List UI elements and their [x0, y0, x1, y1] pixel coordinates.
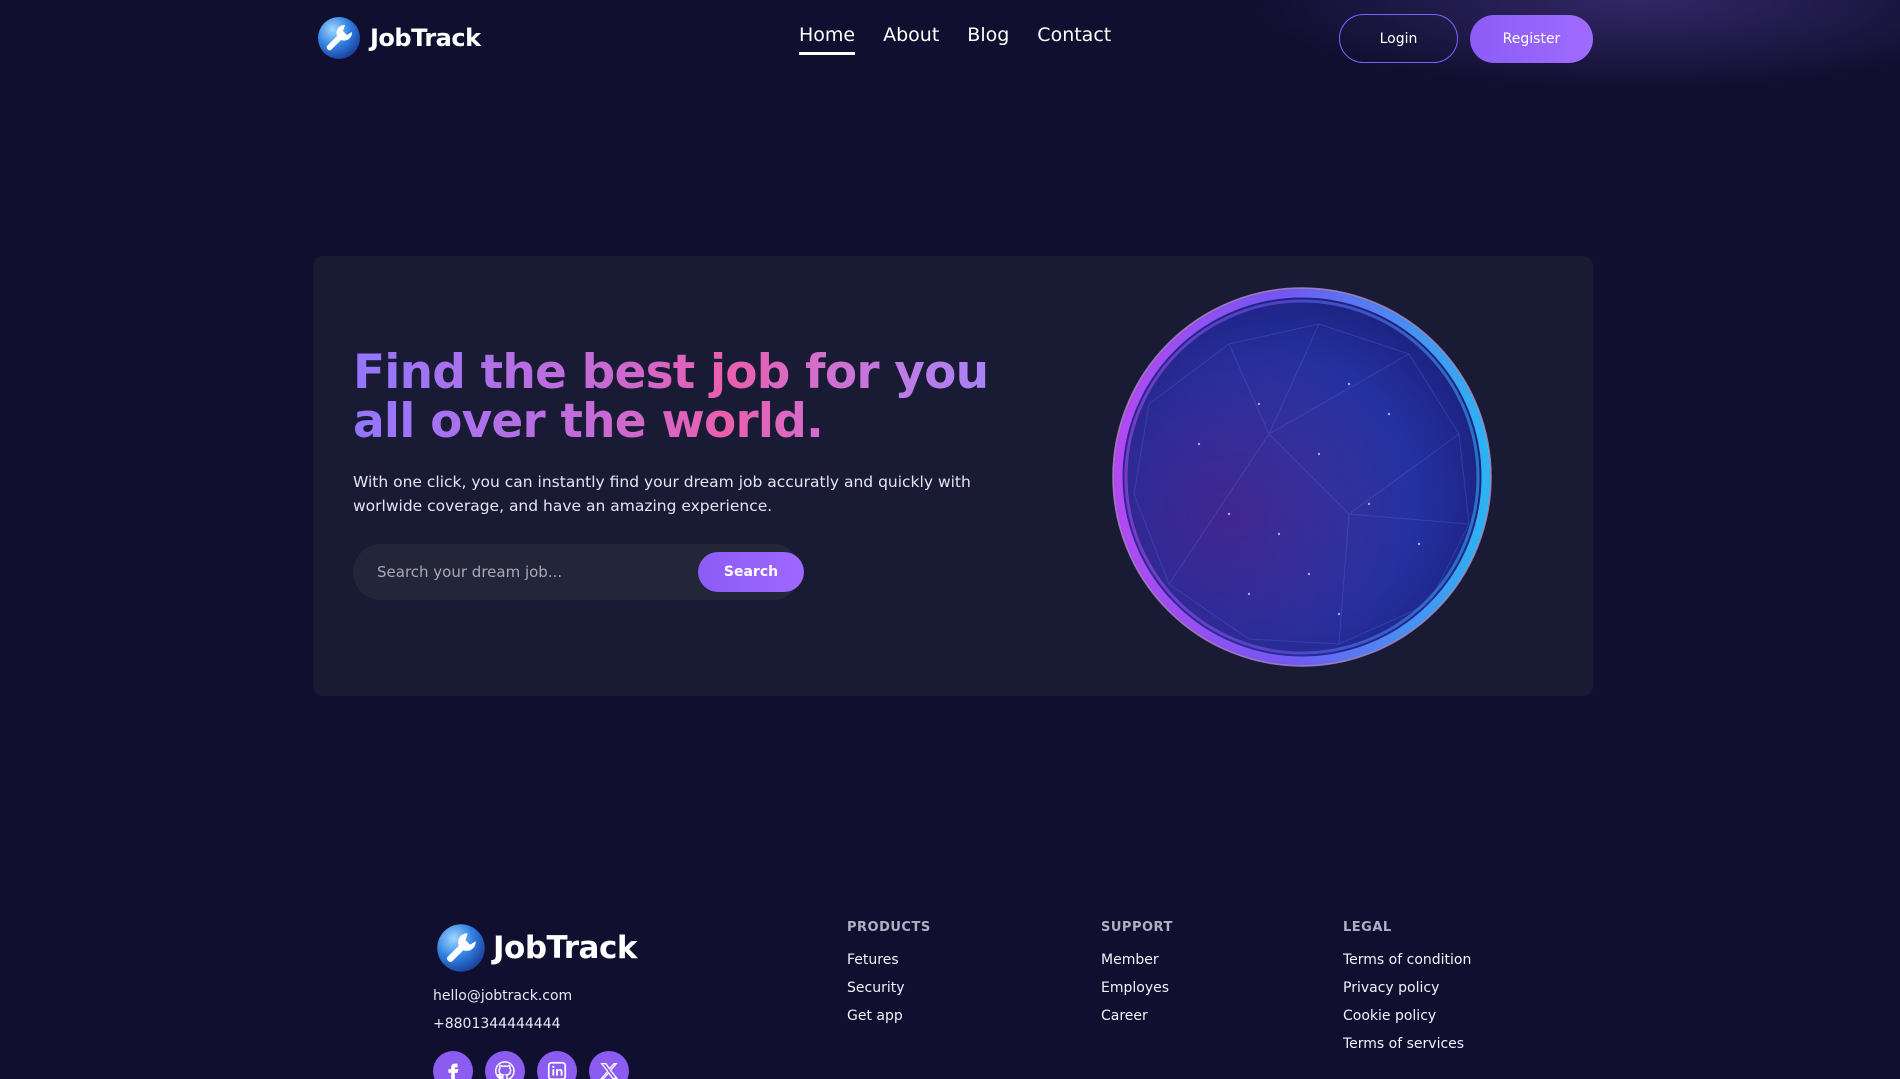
- hero-title: Find the best job for you all over the w…: [353, 348, 1033, 446]
- x-icon[interactable]: [589, 1051, 629, 1079]
- nav-about[interactable]: About: [883, 24, 939, 55]
- hero-subtitle: With one click, you can instantly find y…: [353, 473, 971, 515]
- search-button[interactable]: Search: [698, 552, 804, 592]
- social-links: [433, 1051, 629, 1079]
- footer-brand-logo[interactable]: JobTrack: [435, 922, 637, 974]
- footer-link-career[interactable]: Career: [1101, 1008, 1173, 1025]
- main-nav: Home About Blog Contact: [799, 24, 1111, 55]
- wrench-globe-icon: [318, 17, 360, 59]
- hero-card: Find the best job for you all over the w…: [313, 256, 1593, 696]
- footer-heading: PRODUCTS: [847, 920, 931, 935]
- search-bar: Search: [353, 544, 804, 600]
- globe-sphere-icon: [1112, 287, 1492, 667]
- linkedin-icon[interactable]: [537, 1051, 577, 1079]
- register-button[interactable]: Register: [1470, 15, 1593, 63]
- search-input[interactable]: [353, 544, 683, 600]
- footer-column-support: SUPPORT Member Employes Career: [1101, 920, 1173, 1036]
- footer-link-terms-of-condition[interactable]: Terms of condition: [1343, 952, 1471, 969]
- facebook-icon[interactable]: [433, 1051, 473, 1079]
- nav-blog[interactable]: Blog: [967, 24, 1009, 55]
- contact-email[interactable]: hello@jobtrack.com: [433, 988, 572, 1004]
- brand-name: JobTrack: [370, 24, 481, 52]
- footer-link-member[interactable]: Member: [1101, 952, 1173, 969]
- brand-logo[interactable]: JobTrack: [316, 15, 481, 61]
- nav-home[interactable]: Home: [799, 24, 856, 55]
- login-button[interactable]: Login: [1339, 14, 1458, 63]
- footer-link-terms-of-services[interactable]: Terms of services: [1343, 1036, 1471, 1053]
- contact-phone[interactable]: +8801344444444: [433, 1016, 561, 1032]
- footer-link-cookie-policy[interactable]: Cookie policy: [1343, 1008, 1471, 1025]
- footer-link-get-app[interactable]: Get app: [847, 1008, 931, 1025]
- site-header: JobTrack Home About Blog Contact Login R…: [0, 0, 1900, 78]
- footer-column-legal: LEGAL Terms of condition Privacy policy …: [1343, 920, 1471, 1064]
- footer-link-privacy-policy[interactable]: Privacy policy: [1343, 980, 1471, 997]
- nav-contact[interactable]: Contact: [1037, 24, 1111, 55]
- footer-link-security[interactable]: Security: [847, 980, 931, 997]
- wrench-globe-icon: [437, 924, 485, 972]
- footer-link-employes[interactable]: Employes: [1101, 980, 1173, 997]
- footer-column-products: PRODUCTS Fetures Security Get app: [847, 920, 931, 1036]
- footer-link-features[interactable]: Fetures: [847, 952, 931, 969]
- footer-heading: SUPPORT: [1101, 920, 1173, 935]
- github-icon[interactable]: [485, 1051, 525, 1079]
- footer-brand-name: JobTrack: [493, 930, 637, 966]
- footer-heading: LEGAL: [1343, 920, 1392, 935]
